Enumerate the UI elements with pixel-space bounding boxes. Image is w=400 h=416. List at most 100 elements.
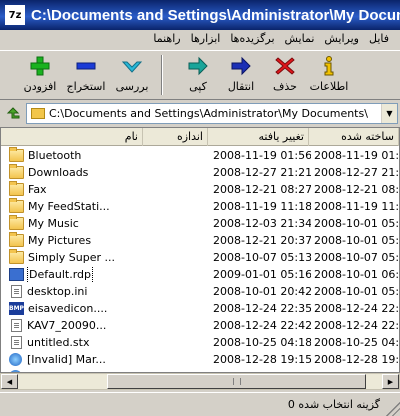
file-name-cell: My FeedStati... <box>9 198 206 215</box>
file-row[interactable]: Simply Super ... 2008-10-07 05:13 2008-10-… <box>1 249 399 266</box>
file-name: My Music <box>28 217 79 230</box>
status-text: گزینه انتخاب شده 0 <box>287 398 380 411</box>
extract-button[interactable]: استخراج <box>64 55 108 99</box>
delete-x-icon <box>273 55 297 77</box>
file-modified: 2008-10-25 04:18 <box>213 336 311 349</box>
file-name: Downloads <box>28 166 89 179</box>
column-header-name[interactable]: نام <box>1 128 143 146</box>
file-row[interactable]: Default.rdp1 7742009-01-01 05:162008-10-… <box>1 266 399 283</box>
menu-favorites[interactable]: برگزیده‌ها <box>225 30 279 48</box>
folder-icon <box>9 215 24 230</box>
file-name: untitled.stx <box>27 336 90 349</box>
file-created: 2008-10-07 05:13 <box>314 251 398 264</box>
plus-icon <box>28 55 52 77</box>
file-name-cell: Downloads <box>9 164 206 181</box>
file-created: 2008-12-21 08:27 <box>314 183 398 196</box>
info-label: اطلاعات <box>309 80 349 93</box>
add-button[interactable]: افزودن <box>18 55 62 99</box>
file-icon <box>11 319 22 332</box>
ie-icon <box>9 353 22 366</box>
file-name-cell: My Pictures <box>9 232 206 249</box>
file-row[interactable]: Downloads 2008-12-27 21:212008-12-27 21:2… <box>1 164 399 181</box>
file-list[interactable]: نام اندازه تغییر یافته ساخته شده Bluetoo… <box>0 127 400 373</box>
file-row[interactable]: untitled.stx1 7592008-10-25 04:182008-10… <box>1 334 399 351</box>
file-name: [Invalid] Mar... <box>27 353 106 366</box>
scroll-left-icon[interactable]: ◀ <box>1 374 18 389</box>
up-folder-icon[interactable] <box>4 104 22 122</box>
file-modified: 2008-12-21 20:37 <box>213 234 311 247</box>
menu-tools[interactable]: ابزارها <box>186 30 226 48</box>
test-label: بررسی <box>115 80 149 93</box>
file-modified: 2008-12-24 22:35 <box>213 302 311 315</box>
file-icon <box>11 285 22 298</box>
file-modified: 2008-10-01 20:42 <box>213 285 311 298</box>
column-header-size[interactable]: اندازه <box>143 128 208 146</box>
file-name: Fax <box>28 183 47 196</box>
move-arrow-icon <box>229 55 253 77</box>
file-row[interactable]: Fax 2008-12-21 08:272008-12-21 08:27 <box>1 181 399 198</box>
file-row[interactable]: My Music 2008-12-03 21:342008-10-01 05:06 <box>1 215 399 232</box>
chevron-down-icon[interactable]: ▼ <box>381 103 397 123</box>
folder-icon <box>9 181 24 196</box>
file-created: 2008-10-01 05:06 <box>314 234 398 247</box>
file-row[interactable]: Bluetooth 2008-11-19 01:562008-11-19 01:5… <box>1 147 399 164</box>
file-name-cell: Fax <box>9 181 206 198</box>
resize-grip-icon[interactable] <box>386 402 400 416</box>
scroll-right-icon[interactable]: ▶ <box>382 374 399 389</box>
file-name-cell: KAV7_20090... <box>9 317 206 334</box>
title-bar: 7z C:\Documents and Settings\Administrat… <box>0 0 400 30</box>
file-modified: 2008-11-19 11:18 <box>213 200 311 213</box>
folder-icon <box>9 198 24 213</box>
status-bar: گزینه انتخاب شده 0 <box>0 392 400 416</box>
bmp-icon: BMP <box>9 302 24 315</box>
file-created: 2008-12-24 22:35 <box>314 302 398 315</box>
menu-view[interactable]: نمایش <box>280 30 320 48</box>
file-name-cell: desktop.ini <box>9 283 206 300</box>
horizontal-scrollbar[interactable]: ◀ ▶ <box>0 373 400 390</box>
menu-help[interactable]: راهنما <box>148 30 185 48</box>
folder-icon <box>9 147 24 162</box>
file-name: Simply Super ... <box>28 251 116 264</box>
file-created: 2008-12-27 21:21 <box>314 166 398 179</box>
file-created: 2008-10-01 05:06 <box>314 285 398 298</box>
menu-edit[interactable]: ویرایش <box>319 30 364 48</box>
checkmark-icon <box>120 55 144 77</box>
file-row[interactable]: My Pictures 2008-12-21 20:37 2008-10-01 05… <box>1 232 399 249</box>
move-button[interactable]: انتقال <box>219 55 263 99</box>
address-field[interactable]: C:\Documents and Settings\Administrator\… <box>26 102 398 124</box>
info-icon <box>317 55 341 77</box>
file-modified: 2008-12-24 22:42 <box>213 319 311 332</box>
extract-label: استخراج <box>66 80 106 93</box>
file-created: 2008-10-25 04:18 <box>314 336 398 349</box>
scroll-track[interactable] <box>18 374 382 389</box>
file-name-cell: Bluetooth <box>9 147 206 164</box>
window-title: C:\Documents and Settings\Administrator\… <box>31 6 400 24</box>
list-header: نام اندازه تغییر یافته ساخته شده <box>1 128 399 146</box>
folder-icon <box>9 232 24 247</box>
file-created: 2008-10-01 05:06 <box>314 217 398 230</box>
address-bar: C:\Documents and Settings\Administrator\… <box>0 101 400 125</box>
file-row[interactable]: desktop.ini842008-10-01 20:422008-10-01 … <box>1 283 399 300</box>
file-name: Bluetooth <box>28 149 82 162</box>
file-created: 2008-10-01 06:26 <box>314 268 398 281</box>
delete-button[interactable]: حذف <box>263 55 307 99</box>
file-row[interactable]: [Invalid] Mar...96 0942008-12-28 19:1520… <box>1 351 399 368</box>
file-name-cell: BMP eisavedicon.... <box>9 300 206 317</box>
file-created: 2008-12-28 19:15 <box>314 353 398 366</box>
file-modified: 2008-12-28 19:15 <box>213 353 311 366</box>
folder-icon <box>9 249 24 264</box>
menu-file[interactable]: فایل <box>364 30 394 48</box>
file-name: desktop.ini <box>27 285 88 298</box>
file-name: My FeedStati... <box>28 200 110 213</box>
file-row[interactable]: My FeedStati... 2008-11-19 11:18 2008-11-1… <box>1 198 399 215</box>
copy-button[interactable]: کپی <box>176 55 220 99</box>
column-header-created[interactable]: ساخته شده <box>309 128 399 146</box>
column-header-modified[interactable]: تغییر یافته <box>208 128 309 146</box>
file-name: Default.rdp <box>27 266 93 283</box>
file-row[interactable]: KAV7_20090...1 1662008-12-24 22:422008-1… <box>1 317 399 334</box>
scroll-thumb[interactable] <box>107 374 366 389</box>
file-row[interactable]: BMPeisavedicon....22008-12-24 22:352008-… <box>1 300 399 317</box>
info-button[interactable]: اطلاعات <box>307 55 351 99</box>
test-button[interactable]: بررسی <box>110 55 154 99</box>
file-modified: 2008-12-27 21:21 <box>213 166 311 179</box>
